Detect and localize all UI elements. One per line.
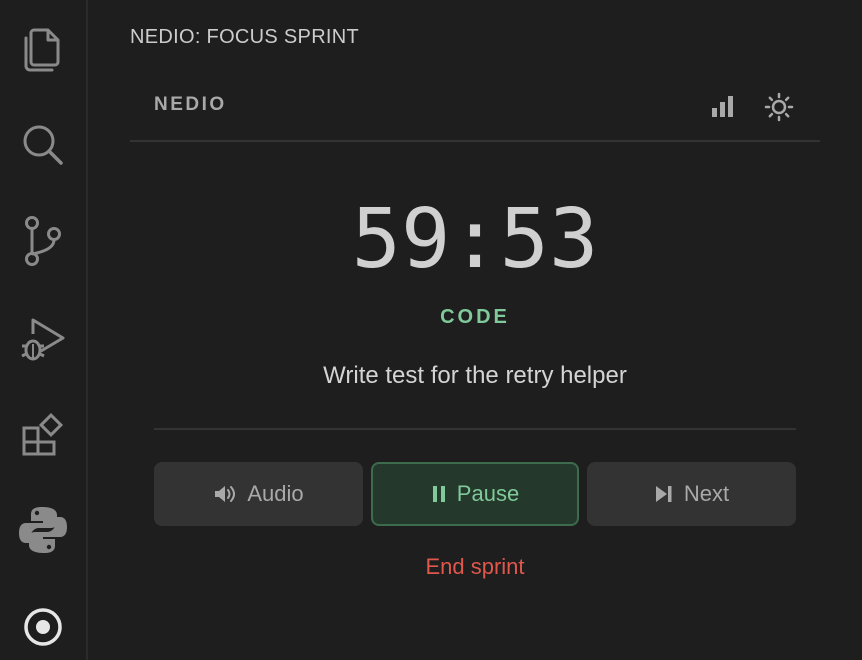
nedio-target-icon <box>24 608 62 646</box>
audio-button-label: Audio <box>247 481 304 506</box>
stats-button[interactable] <box>706 90 740 124</box>
sprint-mode-label: CODE <box>440 306 510 328</box>
brand-label: NEDIO <box>154 94 227 115</box>
speaker-icon <box>215 486 236 502</box>
extensions-icon <box>22 412 64 456</box>
run-debug-icon <box>21 318 65 361</box>
theme-button[interactable] <box>762 90 796 124</box>
audio-button[interactable]: Audio <box>154 462 363 526</box>
activity-nedio[interactable] <box>0 592 86 660</box>
activity-source-control[interactable] <box>0 206 86 276</box>
controls-divider <box>154 428 796 430</box>
end-sprint-link[interactable]: End sprint <box>90 554 860 580</box>
pause-icon <box>432 486 445 502</box>
panel-header: NEDIO <box>130 78 820 142</box>
activity-search[interactable] <box>0 110 86 180</box>
pause-button[interactable]: Pause <box>371 462 579 526</box>
panel-title: NEDIO: FOCUS SPRINT <box>130 26 360 48</box>
activity-run-debug[interactable] <box>0 304 86 374</box>
next-button-label: Next <box>683 481 730 506</box>
search-icon <box>23 125 63 165</box>
theme-sun-icon <box>764 92 794 122</box>
task-description: Write test for the retry helper <box>323 362 627 389</box>
stats-bar-chart-icon <box>712 96 733 117</box>
timer-display: 59:53 <box>351 192 599 287</box>
python-icon <box>19 507 67 553</box>
activity-python[interactable] <box>0 495 86 565</box>
files-icon <box>24 28 60 72</box>
next-button[interactable]: Next <box>587 462 796 526</box>
activity-extensions[interactable] <box>0 400 86 470</box>
pause-button-label: Pause <box>456 481 520 506</box>
activity-explorer[interactable] <box>0 14 86 84</box>
app-window: NEDIO: FOCUS SPRINT NEDIO 59:53 CODE Wri… <box>0 0 862 660</box>
focus-sprint-panel: NEDIO: FOCUS SPRINT NEDIO 59:53 CODE Wri… <box>90 0 862 660</box>
skip-next-icon <box>655 486 672 502</box>
source-control-icon <box>25 216 61 266</box>
activity-bar <box>0 0 88 660</box>
